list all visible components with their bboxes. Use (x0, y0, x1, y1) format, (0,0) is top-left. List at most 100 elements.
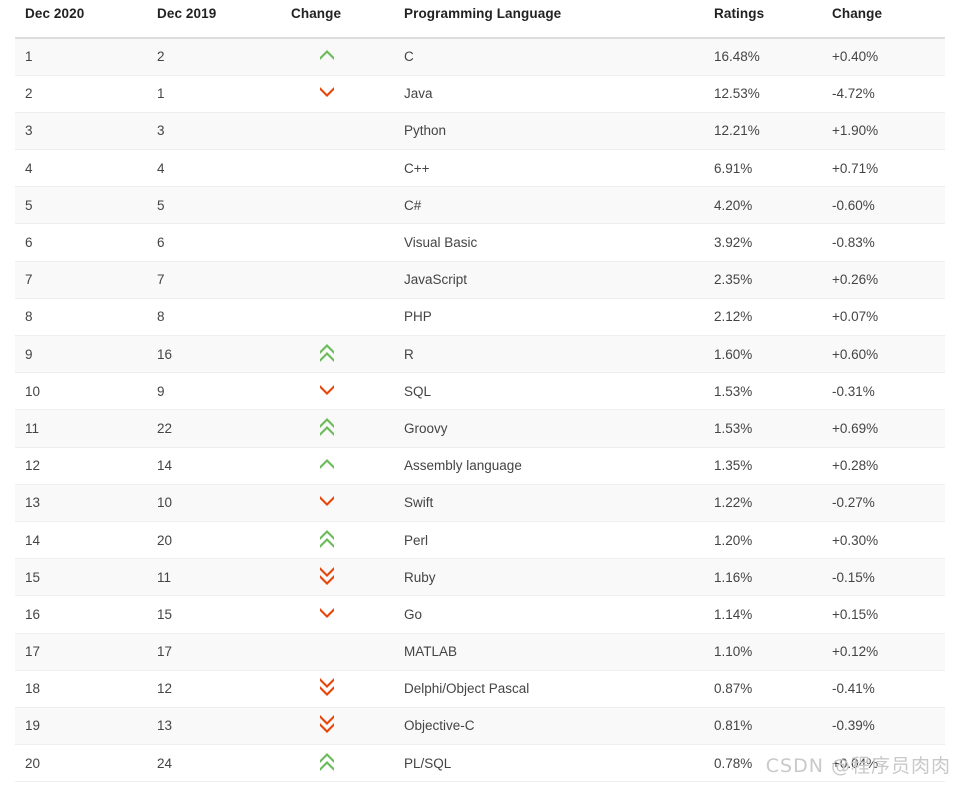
column-header-rank-change[interactable]: Change (281, 6, 394, 39)
cell-rank-change (281, 298, 394, 337)
cell-ratings-change: +0.04% (822, 744, 945, 783)
cell-ratings-change: +0.12% (822, 633, 945, 671)
chevron-down-icon (314, 495, 340, 507)
table-row: 14 20 Perl 1.20% +0.30% (15, 521, 945, 560)
cell-rank-dec-2020: 14 (15, 521, 147, 560)
cell-programming-language: Visual Basic (394, 223, 704, 262)
cell-rank-dec-2020: 16 (15, 595, 147, 634)
cell-ratings: 1.10% (704, 633, 822, 671)
cell-ratings: 12.53% (704, 75, 822, 113)
cell-rank-change (281, 707, 394, 746)
chevron-double-down-icon (314, 677, 340, 697)
cell-programming-language: PL/SQL (394, 744, 704, 783)
cell-rank-dec-2020: 19 (15, 707, 147, 746)
cell-ratings-change: -0.41% (822, 670, 945, 708)
chevron-down-icon (314, 607, 340, 619)
cell-rank-dec-2020: 13 (15, 484, 147, 522)
cell-rank-dec-2019: 4 (147, 149, 281, 188)
table-body: 1 2 C 16.48% +0.40% 2 1 Java 12.53% -4.72% 3 3 Pytho… (15, 38, 945, 783)
cell-ratings-change: -0.39% (822, 707, 945, 746)
cell-rank-change (281, 484, 394, 522)
chevron-down-icon (314, 384, 340, 396)
cell-rank-change (281, 223, 394, 262)
cell-rank-change (281, 186, 394, 225)
cell-programming-language: Assembly language (394, 447, 704, 485)
cell-rank-dec-2020: 17 (15, 633, 147, 671)
column-header-rank-dec-2019[interactable]: Dec 2019 (147, 6, 281, 39)
cell-programming-language: C (394, 38, 704, 76)
cell-ratings-change: -4.72% (822, 75, 945, 113)
cell-ratings-change: +0.15% (822, 595, 945, 634)
cell-ratings: 1.20% (704, 521, 822, 560)
table-row: 8 8 PHP 2.12% +0.07% (15, 298, 945, 337)
chevron-double-up-icon (314, 752, 340, 772)
table-header: Dec 2020 Dec 2019 Change Programming Lan… (15, 6, 945, 39)
cell-ratings-change: +0.26% (822, 261, 945, 299)
cell-ratings: 1.16% (704, 558, 822, 597)
cell-programming-language: Groovy (394, 409, 704, 448)
column-header-rank-dec-2020[interactable]: Dec 2020 (15, 6, 147, 39)
cell-programming-language: Objective-C (394, 707, 704, 746)
cell-ratings-change: +0.30% (822, 521, 945, 560)
cell-rank-change (281, 38, 394, 76)
cell-rank-dec-2020: 11 (15, 409, 147, 448)
chevron-up-icon (314, 49, 340, 61)
chevron-double-down-icon (314, 714, 340, 734)
cell-rank-dec-2019: 17 (147, 633, 281, 671)
cell-programming-language: Go (394, 595, 704, 634)
table-row: 5 5 C# 4.20% -0.60% (15, 186, 945, 225)
cell-rank-dec-2020: 6 (15, 223, 147, 262)
cell-rank-dec-2019: 15 (147, 595, 281, 634)
table-row: 18 12 Delphi/Object Pascal 0.87% -0.41% (15, 670, 945, 708)
cell-ratings-change: +0.40% (822, 38, 945, 76)
column-header-ratings-change[interactable]: Change (822, 6, 945, 39)
chevron-double-up-icon (314, 417, 340, 437)
chevron-double-up-icon (314, 343, 340, 363)
column-header-programming-language[interactable]: Programming Language (394, 6, 704, 39)
cell-rank-change (281, 75, 394, 113)
cell-ratings: 0.87% (704, 670, 822, 708)
table-row: 19 13 Objective-C 0.81% -0.39% (15, 707, 945, 746)
cell-rank-change (281, 372, 394, 411)
cell-rank-dec-2019: 6 (147, 223, 281, 262)
cell-ratings: 1.22% (704, 484, 822, 522)
cell-rank-change (281, 744, 394, 783)
cell-ratings-change: +0.07% (822, 298, 945, 337)
cell-rank-dec-2019: 2 (147, 38, 281, 76)
cell-ratings-change: +1.90% (822, 112, 945, 151)
cell-rank-dec-2019: 22 (147, 409, 281, 448)
cell-rank-dec-2020: 18 (15, 670, 147, 708)
cell-rank-dec-2019: 16 (147, 335, 281, 374)
cell-rank-change (281, 558, 394, 597)
table-row: 6 6 Visual Basic 3.92% -0.83% (15, 223, 945, 262)
cell-ratings-change: -0.15% (822, 558, 945, 597)
cell-programming-language: PHP (394, 298, 704, 337)
cell-ratings-change: -0.60% (822, 186, 945, 225)
cell-ratings: 3.92% (704, 223, 822, 262)
cell-rank-dec-2020: 1 (15, 38, 147, 76)
cell-ratings-change: +0.71% (822, 149, 945, 188)
cell-programming-language: R (394, 335, 704, 374)
cell-ratings: 1.60% (704, 335, 822, 374)
cell-ratings: 16.48% (704, 38, 822, 76)
cell-rank-change (281, 112, 394, 151)
table-row: 7 7 JavaScript 2.35% +0.26% (15, 261, 945, 299)
cell-rank-dec-2020: 3 (15, 112, 147, 151)
tiobe-ranking-table: Dec 2020 Dec 2019 Change Programming Lan… (15, 6, 945, 783)
cell-rank-dec-2020: 7 (15, 261, 147, 299)
cell-programming-language: C++ (394, 149, 704, 188)
table-row: 11 22 Groovy 1.53% +0.69% (15, 409, 945, 448)
cell-rank-change (281, 261, 394, 299)
cell-rank-dec-2019: 20 (147, 521, 281, 560)
chevron-double-up-icon (314, 529, 340, 549)
table-row: 10 9 SQL 1.53% -0.31% (15, 372, 945, 411)
cell-rank-dec-2020: 4 (15, 149, 147, 188)
cell-programming-language: Swift (394, 484, 704, 522)
cell-rank-change (281, 595, 394, 634)
cell-rank-dec-2019: 12 (147, 670, 281, 708)
column-header-ratings[interactable]: Ratings (704, 6, 822, 39)
cell-rank-dec-2019: 14 (147, 447, 281, 485)
cell-rank-dec-2019: 5 (147, 186, 281, 225)
cell-rank-dec-2020: 10 (15, 372, 147, 411)
cell-ratings-change: +0.69% (822, 409, 945, 448)
